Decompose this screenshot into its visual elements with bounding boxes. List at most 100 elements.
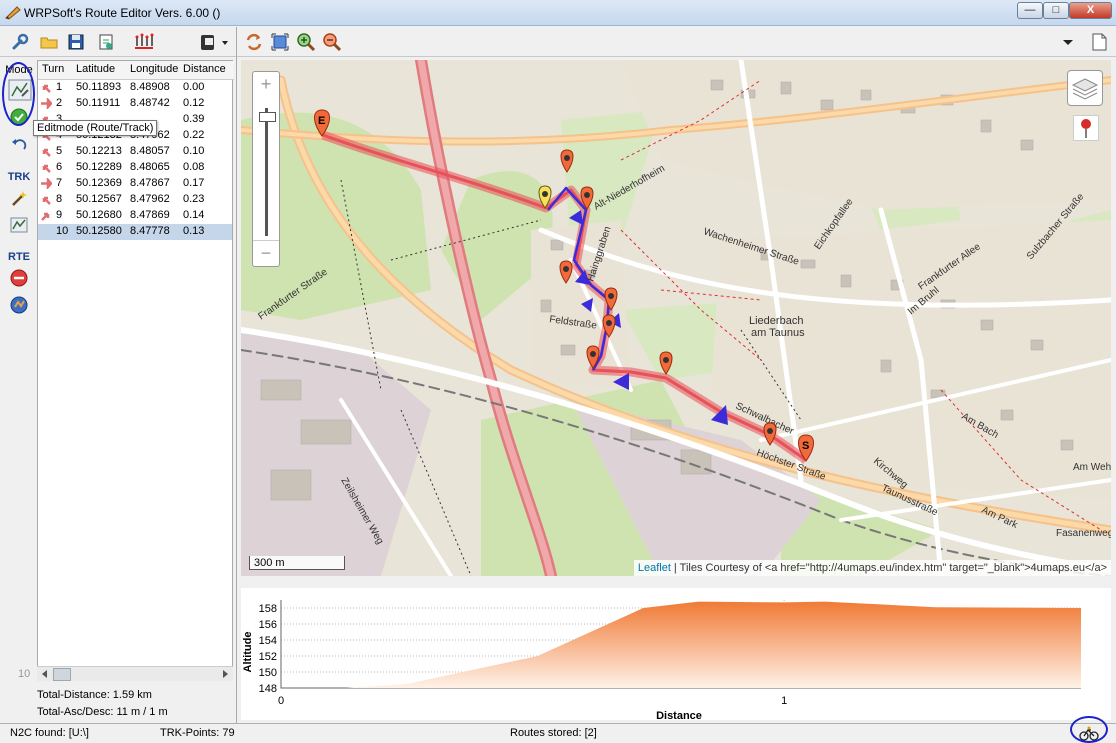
zoom-slider-thumb[interactable] (259, 112, 276, 122)
cell-longitude: 8.48065 (130, 161, 170, 173)
table-row[interactable]: 6 50.12289 8.48065 0.08 (38, 160, 232, 176)
scroll-right-icon[interactable] (220, 669, 230, 679)
x-tick-label: 1 (781, 695, 787, 707)
wrench-icon[interactable] (10, 32, 30, 52)
cell-latitude: 50.12680 (76, 209, 122, 221)
undo-icon[interactable] (9, 135, 29, 155)
layers-icon (1071, 78, 1099, 100)
table-row[interactable]: 8 50.12567 8.47962 0.23 (38, 192, 232, 208)
map-label-am-wehr: Am Wehr (1073, 462, 1111, 473)
status-n2c: N2C found: [U:\] (10, 727, 89, 739)
col-longitude[interactable]: Longitude (130, 63, 178, 75)
pin-button[interactable] (1073, 115, 1099, 141)
cell-distance: 0.22 (183, 129, 205, 141)
map-attribution: Leaflet | Tiles Courtesy of <a href="htt… (633, 560, 1111, 576)
map-label-town-1: Liederbach (749, 315, 803, 327)
window-title: WRPSoft's Route Editor Vers. 6.00 () (24, 6, 221, 20)
title-bar: WRPSoft's Route Editor Vers. 6.00 () — □… (0, 0, 1116, 26)
cell-latitude: 50.12580 (76, 225, 122, 237)
magic-wand-icon[interactable] (9, 188, 29, 208)
cell-turn: 9 (56, 209, 63, 221)
layers-button[interactable] (1067, 70, 1103, 106)
map-canvas[interactable]: Liederbach am Taunus Feldstraße Hainggra… (241, 60, 1111, 576)
table-hscrollbar[interactable] (37, 666, 233, 681)
cell-longitude: 8.48057 (130, 145, 170, 157)
table-row[interactable]: 2 50.11911 8.48742 0.12 (38, 96, 232, 112)
export-icon[interactable] (96, 32, 116, 52)
cell-longitude: 8.47778 (130, 225, 170, 237)
save-icon[interactable] (66, 32, 86, 52)
pin-icon (1081, 119, 1091, 138)
table-header: Turn Latitude Longitude Distance (38, 61, 234, 80)
cell-distance: 0.12 (183, 97, 205, 109)
cell-turn: 5 (56, 145, 63, 157)
delete-route-icon[interactable] (9, 268, 29, 288)
cell-turn: 8 (56, 193, 63, 205)
y-tick-label: 158 (259, 603, 277, 615)
cell-distance: 0.13 (183, 225, 205, 237)
scroll-thumb[interactable] (53, 668, 71, 681)
turn-arrow-icon (42, 148, 51, 157)
map-view[interactable]: Liederbach am Taunus Feldstraße Hainggra… (241, 60, 1111, 576)
zoom-slider-track[interactable] (265, 108, 268, 236)
status-routes: Routes stored: [2] (510, 727, 597, 739)
map-scale: 300 m (249, 556, 345, 570)
cell-latitude: 50.12369 (76, 177, 122, 189)
table-row[interactable]: 10 50.12580 8.47778 0.13 (38, 224, 232, 240)
table-row[interactable]: 9 50.12680 8.47869 0.14 (38, 208, 232, 224)
scroll-left-icon[interactable] (40, 669, 50, 679)
turn-arrow-icon (42, 164, 51, 173)
elevation-area (281, 601, 1081, 688)
dropdown-arrow-icon[interactable] (1061, 32, 1075, 52)
total-asc-desc: Total-Asc/Desc: 11 m / 1 m (37, 706, 168, 718)
fit-icon[interactable] (270, 32, 290, 52)
table-row[interactable]: 7 50.12369 8.47867 0.17 (38, 176, 232, 192)
device-dropdown-icon[interactable] (198, 32, 230, 52)
turn-arrow-icon (41, 212, 50, 221)
route-points-icon[interactable] (132, 32, 156, 52)
cell-distance: 0.39 (183, 113, 205, 125)
maximize-button[interactable]: □ (1043, 2, 1069, 19)
cell-latitude: 50.12213 (76, 145, 122, 157)
zoom-control: + − (252, 71, 280, 267)
zoom-out-icon[interactable] (322, 32, 342, 52)
close-button[interactable]: X (1069, 2, 1112, 19)
status-bar: N2C found: [U:\] TRK-Points: 79 Routes s… (0, 723, 1116, 743)
col-distance[interactable]: Distance (183, 63, 226, 75)
cell-distance: 0.14 (183, 209, 205, 221)
col-latitude[interactable]: Latitude (76, 63, 115, 75)
cell-turn: 7 (56, 177, 63, 189)
editmode-tooltip: Editmode (Route/Track) (33, 120, 158, 136)
col-turn[interactable]: Turn (42, 63, 64, 75)
turn-arrow-icon (42, 196, 51, 205)
open-folder-icon[interactable] (39, 32, 59, 52)
minimize-button[interactable]: — (1017, 2, 1043, 19)
cell-latitude: 50.12289 (76, 161, 122, 173)
cell-turn: 2 (56, 97, 63, 109)
cell-turn: 10 (56, 225, 69, 237)
zoom-in-icon[interactable] (296, 32, 316, 52)
cell-longitude: 8.47869 (130, 209, 170, 221)
cell-turn: 6 (56, 161, 63, 173)
panel-splitter[interactable] (236, 27, 237, 723)
table-row[interactable]: 5 50.12213 8.48057 0.10 (38, 144, 232, 160)
cell-longitude: 8.48908 (130, 81, 170, 93)
track-edit-icon[interactable] (9, 215, 29, 235)
elevation-y-ticks: 158 156 154 152 150 148 (259, 603, 277, 695)
document-icon[interactable] (1089, 32, 1109, 52)
y-tick-label: 150 (259, 667, 277, 679)
zoom-in-button[interactable]: + (253, 72, 279, 96)
y-tick-label: 156 (259, 619, 277, 631)
attribution-text: | Tiles Courtesy of <a href="http://4uma… (670, 562, 1107, 574)
cell-turn: 1 (56, 81, 63, 93)
leaflet-link[interactable]: Leaflet (638, 562, 671, 574)
zoom-out-button[interactable]: − (253, 240, 279, 265)
table-row[interactable]: 1 50.11893 8.48908 0.00 (38, 80, 232, 96)
route-settings-icon[interactable] (9, 295, 29, 315)
refresh-icon[interactable] (244, 32, 264, 52)
row-count: 10 (18, 668, 31, 680)
turn-arrow-icon (41, 98, 52, 109)
cell-distance: 0.08 (183, 161, 205, 173)
map-label-town-2: am Taunus (751, 327, 805, 339)
rte-label: RTE (8, 251, 30, 263)
